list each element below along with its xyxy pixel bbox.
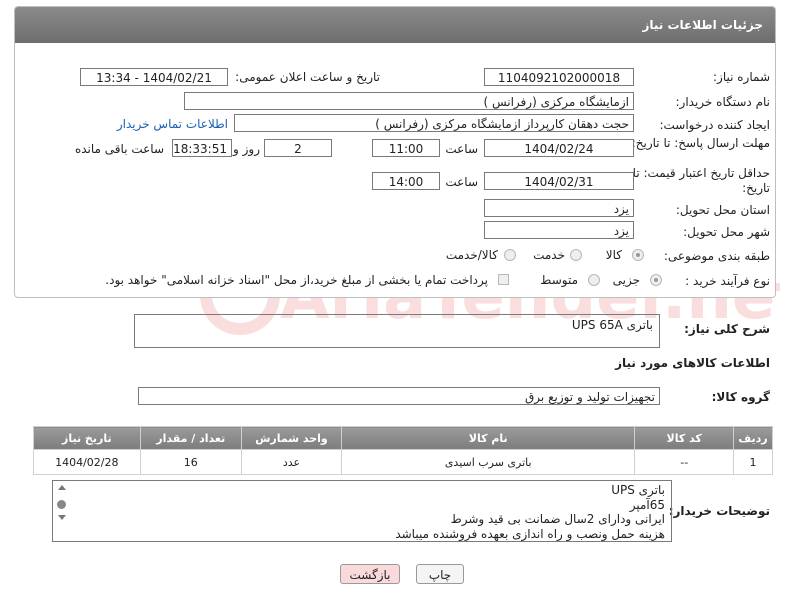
summary-text: باتری UPS 65A: [571, 318, 653, 332]
col-unit: واحد شمارش: [240, 426, 343, 450]
process-option-minor: جزیی: [612, 273, 640, 287]
cell-code: --: [634, 449, 735, 475]
scroll-down-arrow-icon[interactable]: [58, 515, 66, 520]
announce-field: 1404/02/21 - 13:34: [80, 68, 228, 86]
goods-table: ردیف کد کالا نام کالا واحد شمارش تعداد /…: [33, 426, 773, 475]
city-field: یزد: [484, 221, 634, 239]
col-quantity: تعداد / مقدار: [139, 426, 242, 450]
category-option-service: خدمت: [533, 248, 565, 262]
summary-label: شرح کلی نیاز:: [684, 322, 770, 336]
province-label: استان محل تحویل:: [675, 203, 770, 217]
panel-title: جزئیات اطلاعات نیاز: [15, 7, 775, 43]
print-button[interactable]: چاپ: [416, 564, 464, 584]
buyer-note-line: باتری UPS: [611, 483, 665, 497]
buyer-note-line: هزینه حمل ونصب و راه اندازی بعهده فروشند…: [395, 526, 665, 541]
price-time-label: ساعت: [445, 175, 478, 189]
summary-field: باتری UPS 65A: [134, 314, 660, 348]
category-radio-goods[interactable]: [632, 249, 644, 261]
col-name: نام کالا: [341, 426, 636, 450]
creator-label: ایجاد کننده درخواست:: [659, 118, 770, 132]
province-field: یزد: [484, 199, 634, 217]
creator-field: حجت دهقان کارپرداز ازمایشگاه مرکزی (رفرا…: [234, 114, 634, 132]
buyer-org-field: ازمایشگاه مرکزی (رفرانس ): [184, 92, 634, 110]
table-row: 1 -- باتری سرب اسیدی عدد 16 1404/02/28: [33, 449, 773, 475]
scroll-thumb[interactable]: [57, 500, 66, 509]
goods-table-header: ردیف کد کالا نام کالا واحد شمارش تعداد /…: [33, 426, 773, 450]
price-date-field: 1404/02/31: [484, 172, 634, 190]
buyer-notes-label: توضیحات خریدار:: [668, 504, 770, 518]
cell-name: باتری سرب اسیدی: [341, 449, 636, 475]
cell-quantity: 16: [139, 449, 242, 475]
goods-group-label: گروه کالا:: [711, 390, 770, 404]
reply-time-label: ساعت: [445, 142, 478, 156]
scroll-up-arrow-icon[interactable]: [58, 485, 66, 490]
cell-date: 1404/02/28: [33, 449, 141, 475]
col-date: تاریخ نیاز: [33, 426, 141, 450]
reply-date-field: 1404/02/24: [484, 139, 634, 157]
city-label: شهر محل تحویل:: [683, 225, 770, 239]
process-radio-medium[interactable]: [588, 274, 600, 286]
category-radio-service[interactable]: [570, 249, 582, 261]
need-number-field: 1104092102000018: [484, 68, 634, 86]
notes-scrollbar[interactable]: [55, 483, 69, 539]
payment-note: پرداخت تمام یا بخشی از مبلغ خرید،از محل …: [105, 273, 488, 287]
remaining-time-field: 18:33:51: [172, 139, 232, 157]
goods-section-title: اطلاعات کالاهای مورد نیاز: [615, 356, 770, 370]
remaining-label: ساعت باقی مانده: [74, 142, 164, 156]
category-radio-goods-service[interactable]: [504, 249, 516, 261]
back-button[interactable]: بازگشت: [340, 564, 400, 584]
treasury-payment-checkbox[interactable]: [498, 274, 509, 285]
reply-time-field: 11:00: [372, 139, 440, 157]
category-option-goods: کالا: [605, 248, 622, 262]
goods-group-field: تجهیزات تولید و توزیع برق: [138, 387, 660, 405]
process-option-medium: متوسط: [540, 273, 578, 287]
contact-info-link[interactable]: اطلاعات تماس خریدار: [117, 117, 228, 131]
buyer-notes-text: باتری UPS 65آمپر ایرانی ودارای 2سال ضمان…: [395, 483, 665, 541]
process-label: نوع فرآیند خرید :: [685, 274, 770, 288]
col-code: کد کالا: [634, 426, 735, 450]
category-option-goods-service: کالا/خدمت: [445, 248, 498, 262]
cell-unit: عدد: [240, 449, 343, 475]
col-row: ردیف: [733, 426, 773, 450]
process-radio-minor[interactable]: [650, 274, 662, 286]
buyer-note-line: ایرانی ودارای 2سال ضمانت بی قید وشرط: [450, 512, 665, 526]
need-number-label: شماره نیاز:: [713, 70, 770, 84]
buyer-note-line: 65آمپر: [629, 497, 665, 512]
reply-deadline-label: مهلت ارسال پاسخ: تا تاریخ:: [631, 136, 770, 150]
days-field: 2: [264, 139, 332, 157]
category-label: طبقه بندی موضوعی:: [663, 249, 770, 263]
cell-row: 1: [733, 449, 773, 475]
price-validity-label: حداقل تاریخ اعتبار قیمت: تا تاریخ:: [632, 166, 770, 195]
announce-label: تاریخ و ساعت اعلان عمومی:: [235, 70, 380, 84]
buyer-org-label: نام دستگاه خریدار:: [675, 95, 771, 109]
days-label: روز و: [233, 142, 260, 156]
price-time-field: 14:00: [372, 172, 440, 190]
buyer-notes-box[interactable]: باتری UPS 65آمپر ایرانی ودارای 2سال ضمان…: [52, 480, 672, 542]
